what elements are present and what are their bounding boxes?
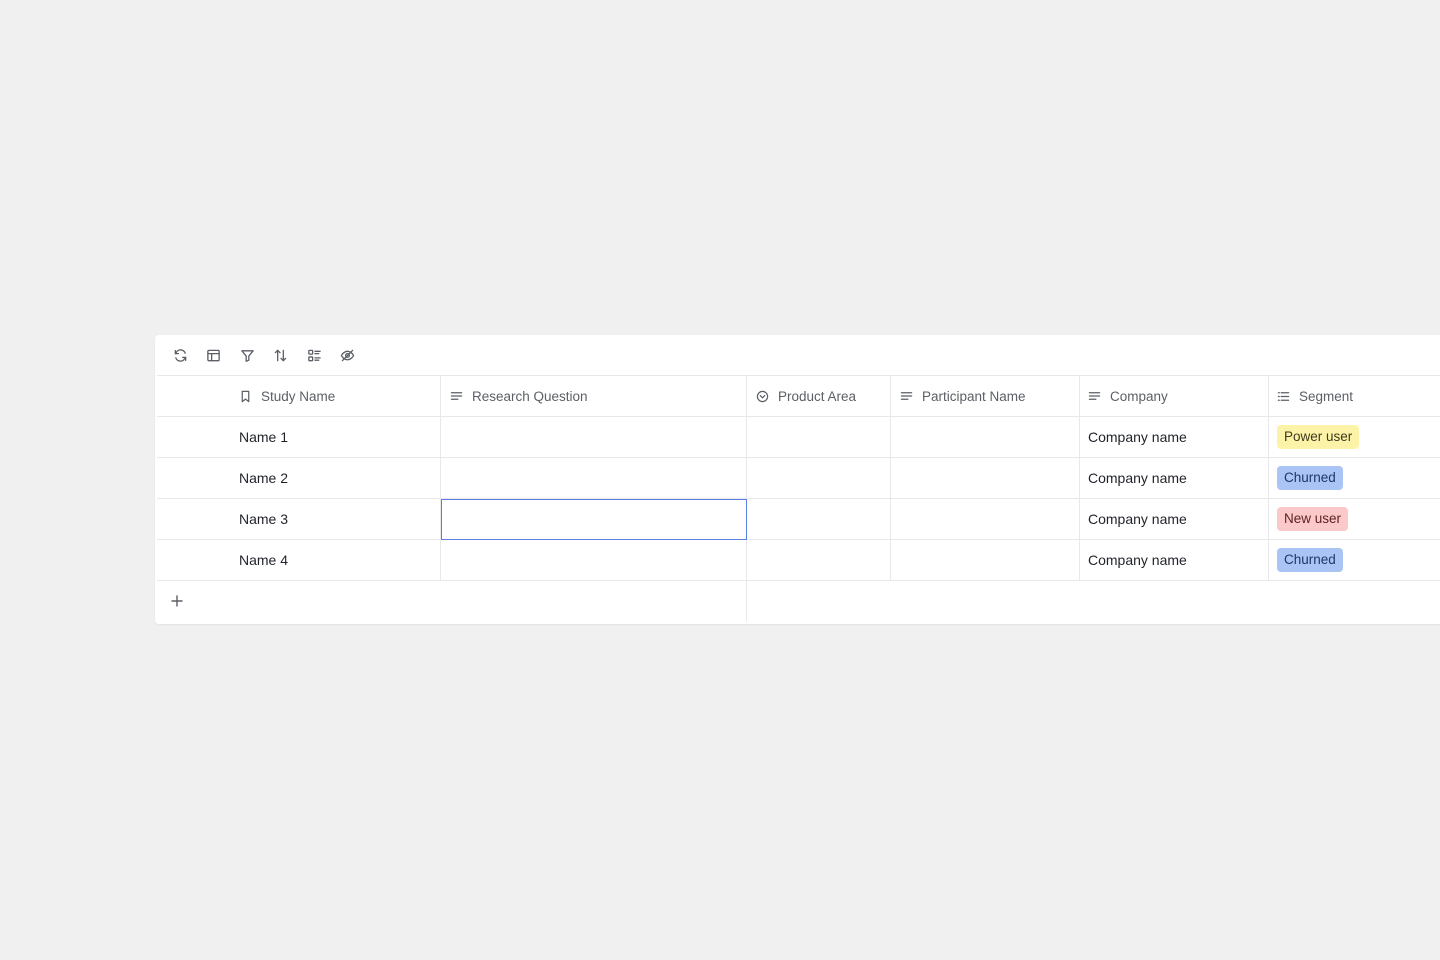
- refresh-button[interactable]: [171, 346, 189, 364]
- research-question-cell[interactable]: [441, 417, 747, 457]
- segment-cell[interactable]: Churned: [1269, 458, 1440, 498]
- text-field-icon: [450, 391, 463, 400]
- refresh-icon: [174, 348, 186, 362]
- list-icon: [1277, 391, 1290, 401]
- sort-icon: [274, 349, 287, 361]
- study-name-cell[interactable]: Name 4: [233, 540, 441, 580]
- participant-name-cell[interactable]: [891, 417, 1080, 457]
- research-question-cell[interactable]: [441, 540, 747, 580]
- participant-name-cell[interactable]: [891, 540, 1080, 580]
- cell-value: Name 3: [239, 511, 289, 527]
- cell-value: Name 1: [239, 429, 289, 445]
- segment-tag: New user: [1277, 507, 1349, 531]
- product-area-cell[interactable]: [747, 499, 891, 539]
- column-header-label: Research Question: [472, 388, 588, 404]
- column-header-segment[interactable]: Segment: [1269, 376, 1440, 416]
- column-header-label: Product Area: [778, 388, 857, 404]
- cell-value: Name 4: [239, 552, 289, 568]
- bookmark-icon: [241, 390, 250, 402]
- table-row[interactable]: Name 4 Company name Churned: [157, 540, 1440, 581]
- research-question-cell[interactable]: [441, 458, 747, 498]
- layout-icon: [207, 349, 220, 361]
- filter-button[interactable]: [238, 346, 256, 364]
- column-header-participant-name[interactable]: Participant Name: [891, 376, 1080, 416]
- segment-cell[interactable]: Power user: [1269, 417, 1440, 457]
- cell-value: Company name: [1088, 511, 1187, 527]
- view-toolbar: [155, 335, 372, 375]
- row-gutter[interactable]: [157, 458, 233, 498]
- table-row[interactable]: Name 2 Company name Churned: [157, 458, 1440, 499]
- column-header-product-area[interactable]: Product Area: [747, 376, 891, 416]
- company-cell[interactable]: Company name: [1080, 458, 1269, 498]
- text-field-icon: [900, 391, 913, 400]
- add-record-button[interactable]: [157, 581, 747, 621]
- segment-tag: Power user: [1277, 425, 1360, 449]
- layout-button[interactable]: [205, 346, 223, 364]
- row-gutter[interactable]: [157, 540, 233, 580]
- column-header-label: Company: [1110, 388, 1168, 404]
- participant-name-cell[interactable]: [891, 458, 1080, 498]
- column-header-label: Segment: [1299, 388, 1354, 404]
- study-name-cell[interactable]: Name 3: [233, 499, 441, 539]
- add-row-bar: [157, 581, 1440, 621]
- segment-cell[interactable]: New user: [1269, 499, 1440, 539]
- segment-tag: Churned: [1277, 548, 1343, 572]
- column-header-research-question[interactable]: Research Question: [441, 376, 747, 416]
- column-header-label: Study Name: [261, 388, 336, 404]
- product-area-cell[interactable]: [747, 458, 891, 498]
- text-field-icon: [1088, 391, 1101, 400]
- row-gutter[interactable]: [157, 417, 233, 457]
- study-name-cell[interactable]: Name 1: [233, 417, 441, 457]
- row-number-header: [157, 376, 233, 416]
- header-row: Study Name Research Question Product Are…: [157, 376, 1440, 417]
- group-icon: [307, 349, 321, 361]
- research-question-cell[interactable]: [441, 499, 747, 540]
- column-header-company[interactable]: Company: [1080, 376, 1269, 416]
- hide-fields-icon: [340, 349, 355, 361]
- cell-value: Name 2: [239, 470, 289, 486]
- participant-name-cell[interactable]: [891, 499, 1080, 539]
- column-header-study-name[interactable]: Study Name: [233, 376, 441, 416]
- single-select-icon: [756, 390, 769, 402]
- product-area-cell[interactable]: [747, 417, 891, 457]
- cell-value: Company name: [1088, 429, 1187, 445]
- data-grid: Study Name Research Question Product Are…: [157, 375, 1440, 621]
- column-header-label: Participant Name: [922, 388, 1026, 404]
- table-view-panel: Study Name Research Question Product Are…: [155, 335, 1440, 624]
- company-cell[interactable]: Company name: [1080, 540, 1269, 580]
- group-button[interactable]: [305, 346, 323, 364]
- hide-fields-button[interactable]: [339, 346, 357, 364]
- sort-button[interactable]: [272, 346, 290, 364]
- cell-value: Company name: [1088, 470, 1187, 486]
- cell-value: Company name: [1088, 552, 1187, 568]
- filter-icon: [240, 349, 254, 362]
- segment-tag: Churned: [1277, 466, 1343, 490]
- company-cell[interactable]: Company name: [1080, 499, 1269, 539]
- table-row[interactable]: Name 3 Company name New user: [157, 499, 1440, 540]
- product-area-cell[interactable]: [747, 540, 891, 580]
- segment-cell[interactable]: Churned: [1269, 540, 1440, 580]
- study-name-cell[interactable]: Name 2: [233, 458, 441, 498]
- plus-icon: [171, 595, 183, 607]
- row-gutter[interactable]: [157, 499, 233, 539]
- table-row[interactable]: Name 1 Company name Power user: [157, 417, 1440, 458]
- company-cell[interactable]: Company name: [1080, 417, 1269, 457]
- rows-container: Name 1 Company name Power user Name 2 Compan…: [157, 417, 1440, 581]
